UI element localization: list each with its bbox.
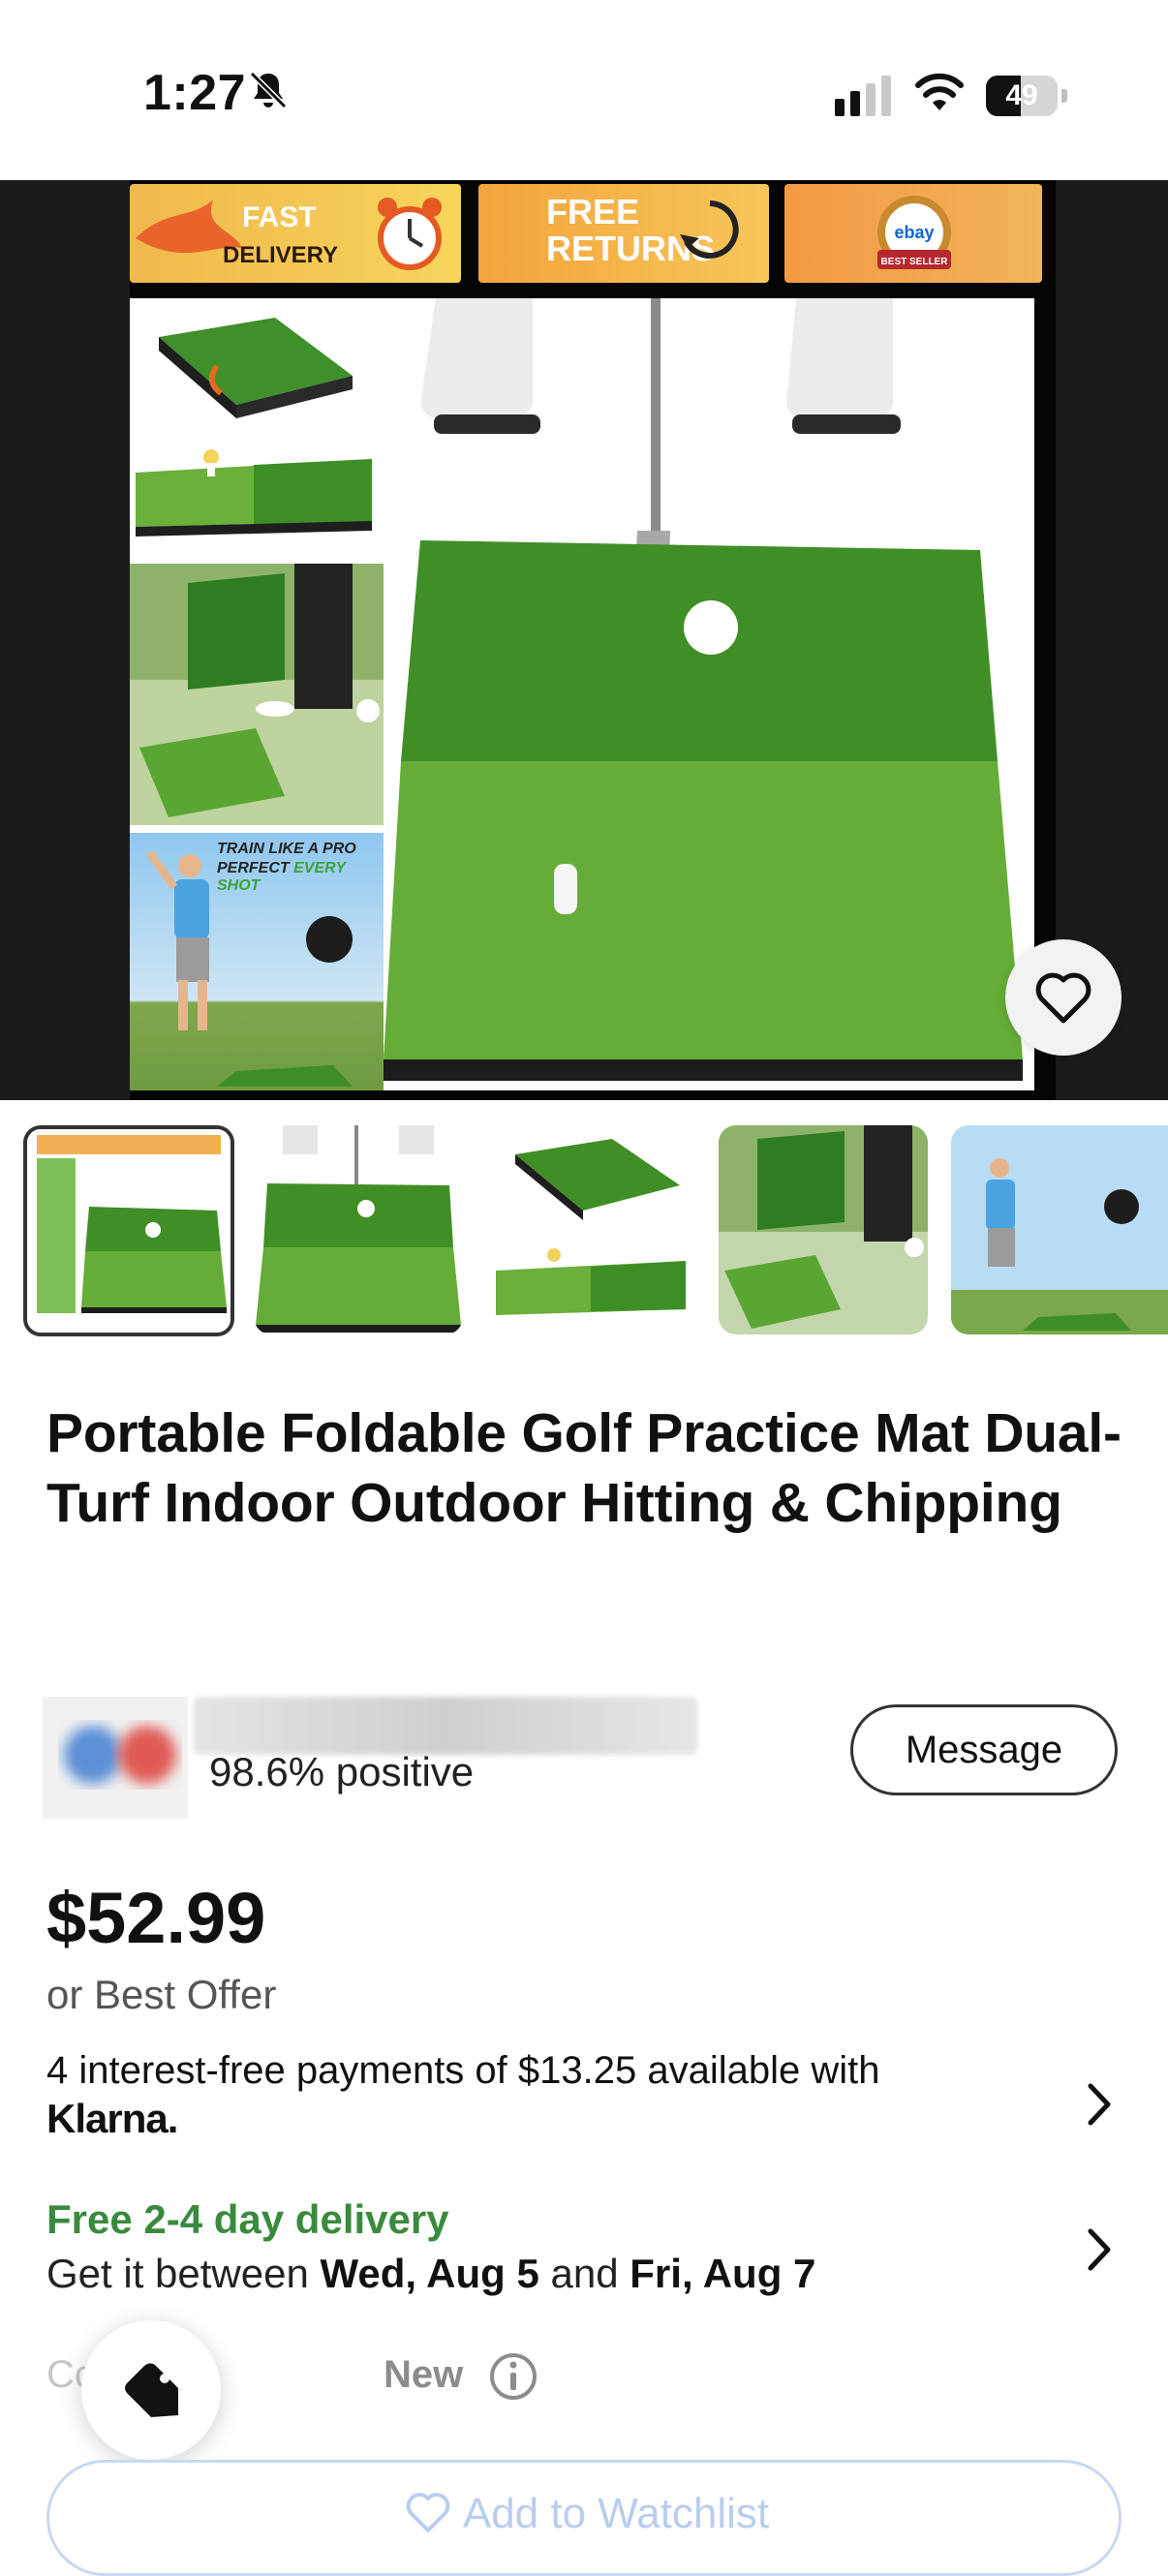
heart-icon: [1035, 972, 1091, 1024]
delivery-row[interactable]: Free 2-4 day delivery Get it between Wed…: [0, 2185, 1168, 2296]
chevron-right-icon: [1088, 2083, 1111, 2126]
price-tag-icon: [125, 2363, 178, 2417]
thumbnail-strip[interactable]: [0, 1112, 1168, 1340]
wifi-icon: [915, 73, 964, 110]
message-button[interactable]: Message: [850, 1704, 1118, 1795]
bell-slash-icon: [249, 71, 288, 109]
thumbnail-4[interactable]: [719, 1125, 928, 1334]
status-bar: 1:27 49: [0, 0, 1168, 180]
status-time: 1:27: [143, 65, 247, 121]
carry-mat-tile: [130, 564, 384, 825]
golf-mat-main-view: [384, 298, 1034, 1090]
cellular-signal-icon: [835, 76, 891, 116]
return-arrow-icon: [680, 200, 739, 259]
product-title: Portable Foldable Golf Practice Mat Dual…: [46, 1402, 1122, 1534]
seller-name-redacted[interactable]: [194, 1697, 697, 1755]
klarna-text: 4 interest-free payments of $13.25 avail…: [46, 2049, 880, 2092]
product-photo: TRAIN LIKE A PRO PERFECT EVERY SHOT: [130, 298, 1034, 1090]
thumbnail-1[interactable]: [23, 1125, 234, 1336]
price: $52.99: [46, 1878, 266, 1958]
chevron-right-icon: [1088, 2228, 1111, 2271]
product-main-image[interactable]: FAST DELIVERY FREE RETURNS ebay BEST SEL…: [130, 180, 1056, 1100]
battery-level: 49: [1005, 79, 1038, 111]
alarm-clock-icon: [378, 198, 442, 270]
best-offer-label: or Best Offer: [46, 1972, 277, 2017]
best-seller-banner: ebay BEST SELLER: [784, 184, 1042, 283]
fast-delivery-banner: FAST DELIVERY: [130, 184, 461, 283]
delivery-title: Free 2-4 day delivery: [46, 2196, 449, 2242]
svg-text:ebay: ebay: [894, 223, 934, 242]
delivery-dates: Get it between Wed, Aug 5 and Fri, Aug 7: [46, 2251, 816, 2296]
best-seller-seal-icon: ebay BEST SELLER: [877, 196, 951, 269]
info-icon[interactable]: [488, 2351, 538, 2402]
klarna-payment-row[interactable]: 4 interest-free payments of $13.25 avail…: [0, 2043, 1168, 2150]
folded-mat-tile: [130, 298, 384, 556]
condition-value: New: [384, 2353, 464, 2396]
thumbnail-2[interactable]: [254, 1125, 463, 1334]
product-image-gallery[interactable]: FAST DELIVERY FREE RETURNS ebay BEST SEL…: [0, 180, 1168, 1100]
thumbnail-3[interactable]: [486, 1125, 695, 1334]
thumbnail-5[interactable]: [951, 1125, 1168, 1334]
battery-icon: 49: [986, 76, 1067, 116]
make-offer-fab[interactable]: [81, 2320, 221, 2460]
free-returns-banner: FREE RETURNS: [478, 184, 769, 283]
add-to-watchlist-button[interactable]: Add to Watchlist: [46, 2460, 1122, 2576]
klarna-logo: Klarna.: [46, 2096, 178, 2141]
heart-outline-icon: [406, 2493, 450, 2533]
train-like-pro-tile: TRAIN LIKE A PRO PERFECT EVERY SHOT: [130, 833, 384, 1090]
seller-feedback: 98.6% positive: [209, 1749, 475, 1794]
feature-collage: TRAIN LIKE A PRO PERFECT EVERY SHOT: [130, 298, 384, 1090]
seller-avatar[interactable]: [43, 1697, 188, 1819]
svg-text:BEST SELLER: BEST SELLER: [881, 257, 949, 267]
favorite-button[interactable]: [1005, 939, 1122, 1056]
watchlist-label: Add to Watchlist: [462, 2490, 770, 2537]
